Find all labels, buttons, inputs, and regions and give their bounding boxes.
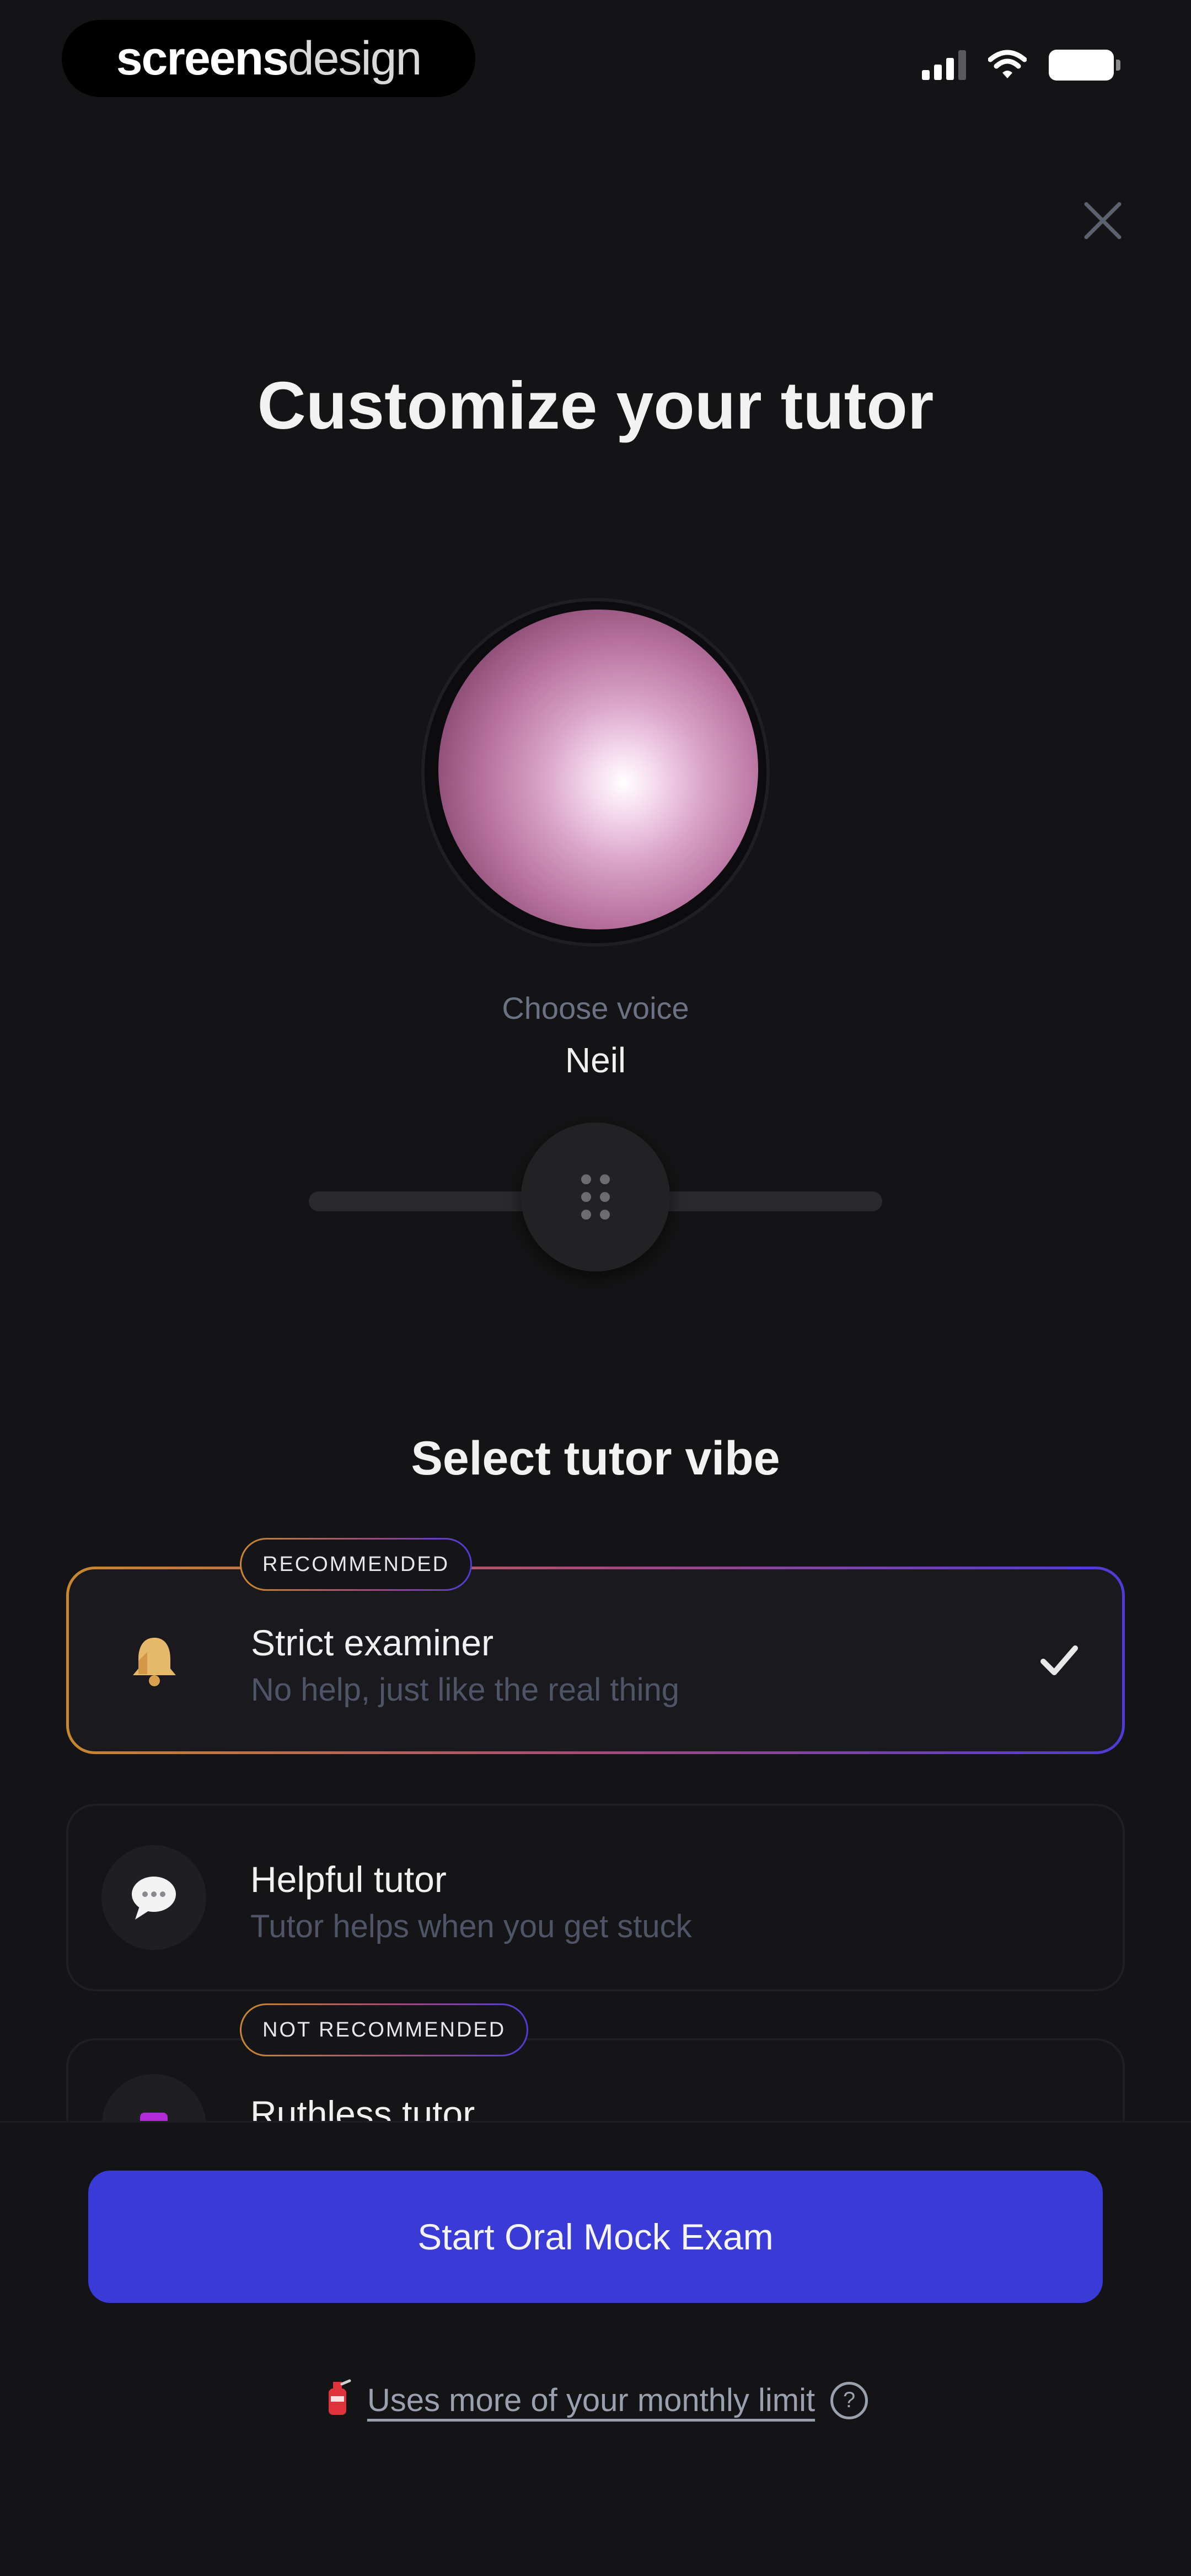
option-title: Strict examiner (251, 1622, 494, 1663)
wifi-icon (988, 50, 1027, 78)
status-bar: screens design (0, 0, 1191, 132)
option-title: Helpful tutor (250, 1859, 447, 1900)
not-recommended-badge-label: NOT RECOMMENDED (242, 2005, 527, 2055)
voice-value: Neil (565, 1040, 626, 1080)
vibe-section-title: Select tutor vibe (411, 1432, 780, 1485)
brand-logo: screens design (62, 20, 475, 97)
brand-logo-bold: screens (116, 31, 289, 85)
checkmark-icon (1028, 1630, 1089, 1691)
page-title: Customize your tutor (257, 368, 934, 443)
start-oral-mock-exam-button[interactable]: Start Oral Mock Exam (88, 2171, 1103, 2303)
voice-slider-handle[interactable] (521, 1123, 670, 1271)
speech-bubble-icon (101, 1845, 206, 1950)
close-icon (1084, 202, 1122, 239)
question-circle-icon[interactable]: ? (830, 2381, 868, 2419)
not-recommended-badge: NOT RECOMMENDED (240, 2003, 529, 2056)
voice-orb (438, 610, 758, 929)
cellular-signal-icon (922, 50, 966, 80)
drag-handle-icon (581, 1174, 610, 1220)
fire-extinguisher-icon (323, 2377, 352, 2423)
bell-icon (102, 1608, 207, 1713)
monthly-limit-link[interactable]: Uses more of your monthly limit (367, 2382, 815, 2419)
option-subtitle: No help, just like the real thing (251, 1672, 679, 1708)
monthly-limit-notice: Uses more of your monthly limit ? (0, 2377, 1191, 2423)
recommended-badge: RECOMMENDED (240, 1538, 473, 1591)
vibe-option-strict-examiner[interactable]: Strict examiner No help, just like the r… (66, 1567, 1125, 1754)
battery-icon (1049, 50, 1120, 81)
tutor-customize-screen: screens design Customize your tutor Choos… (0, 0, 1191, 2576)
voice-label: Choose voice (502, 991, 689, 1025)
option-subtitle: Tutor helps when you get stuck (250, 1909, 692, 1944)
brand-logo-light: design (287, 31, 422, 85)
recommended-badge-label: RECOMMENDED (242, 1540, 471, 1589)
vibe-option-helpful-tutor[interactable]: Helpful tutor Tutor helps when you get s… (66, 1804, 1125, 1991)
close-button[interactable] (1075, 193, 1130, 248)
status-icons (922, 50, 1120, 81)
